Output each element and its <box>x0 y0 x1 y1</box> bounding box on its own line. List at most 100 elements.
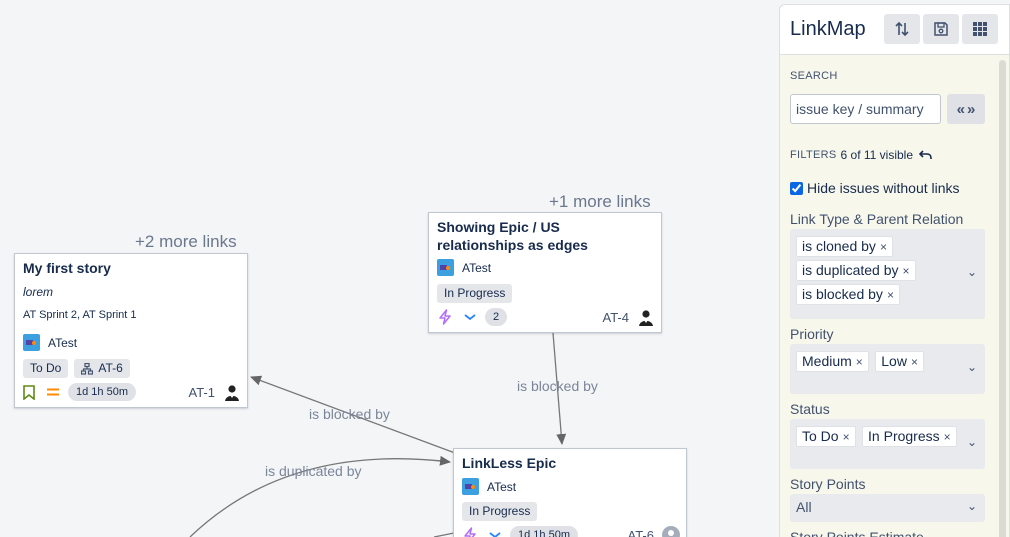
story-points-select[interactable]: All ⌄ <box>790 494 985 522</box>
status-label: Status <box>790 401 830 417</box>
hide-without-links-option[interactable]: Hide issues without links <box>790 180 960 196</box>
panel-header: LinkMap <box>780 5 1009 55</box>
filters-count: 6 of 11 visible <box>840 148 914 162</box>
previous-result-icon[interactable]: « <box>957 101 965 118</box>
search-navigation-buttons[interactable]: « » <box>947 94 985 124</box>
filters-summary: FILTERS 6 of 11 visible <box>790 148 933 162</box>
chevron-down-icon[interactable] <box>488 530 502 537</box>
link-type-label: Link Type & Parent Relation <box>790 211 964 227</box>
project-name: ATest <box>487 479 517 494</box>
issue-key[interactable]: AT-1 <box>189 385 216 400</box>
chevron-down-icon[interactable]: ⌄ <box>967 499 977 513</box>
save-button[interactable] <box>923 14 959 44</box>
card-sprints: AT Sprint 2, AT Sprint 1 <box>23 309 137 321</box>
filter-chip: is cloned by × <box>796 236 893 257</box>
save-icon <box>934 22 948 36</box>
edge-label: is blocked by <box>309 406 390 422</box>
project-icon <box>462 478 479 495</box>
next-result-icon[interactable]: » <box>967 101 975 118</box>
issue-key[interactable]: AT-6 <box>628 528 655 537</box>
card-title: Showing Epic / US relationships as edges <box>437 219 588 253</box>
chevron-down-icon[interactable] <box>463 312 477 322</box>
hierarchy-icon <box>81 362 94 375</box>
card-badges: To Do AT-6 <box>23 359 130 378</box>
panel-scrollbar[interactable] <box>999 60 1006 537</box>
story-points-estimate-label: Story Points Estimate <box>790 529 924 537</box>
project-name: ATest <box>48 335 78 350</box>
more-links-label[interactable]: +1 more links <box>549 192 651 212</box>
status-badge: In Progress <box>437 284 513 303</box>
card-title: LinkLess Epic <box>462 455 557 471</box>
more-links-label[interactable]: +2 more links <box>135 232 237 252</box>
epic-icon <box>439 309 451 325</box>
status-select[interactable]: To Do × In Progress × ⌄ <box>790 419 985 469</box>
issue-card-at-6[interactable]: LinkLess Epic ATest In Progress 1d 1h 50… <box>453 448 687 537</box>
filter-chip: In Progress × <box>862 426 957 447</box>
filters-label: FILTERS <box>790 149 837 161</box>
card-footer: 2 AT-4 <box>437 308 655 326</box>
filter-chip: is duplicated by × <box>796 260 916 281</box>
card-footer: 1d 1h 50m AT-6 <box>462 526 680 537</box>
remove-chip-icon[interactable]: × <box>843 430 850 444</box>
issue-card-at-4[interactable]: Showing Epic / US relationships as edges… <box>428 212 662 333</box>
panel-title: LinkMap <box>790 18 866 40</box>
story-points-label: Story Points <box>790 476 866 492</box>
card-title: My first story <box>23 260 111 276</box>
edge-label: is duplicated by <box>265 463 362 479</box>
reset-filters-icon[interactable] <box>919 149 933 161</box>
remove-chip-icon[interactable]: × <box>880 240 887 254</box>
chevron-down-icon[interactable]: ⌄ <box>967 435 977 449</box>
remove-chip-icon[interactable]: × <box>903 264 910 278</box>
estimate-pill: 1d 1h 50m <box>510 526 578 537</box>
filter-chip: Low × <box>875 351 924 372</box>
chevron-down-icon[interactable]: ⌄ <box>967 265 977 279</box>
search-input[interactable] <box>790 94 941 124</box>
card-badges: In Progress <box>437 284 513 303</box>
grid-icon <box>973 22 987 36</box>
epic-icon <box>464 527 476 537</box>
remove-chip-icon[interactable]: × <box>887 288 894 302</box>
edge-at6-offscreen[interactable] <box>433 532 455 537</box>
assignee-avatar <box>223 383 241 401</box>
priority-label: Priority <box>790 326 834 342</box>
issue-key[interactable]: AT-4 <box>603 310 630 325</box>
estimate-pill: 1d 1h 50m <box>68 383 136 401</box>
linkmap-panel: LinkMap SEARCH issue key / summary « » F… <box>779 4 1010 537</box>
priority-medium-icon <box>47 388 59 396</box>
project-name: ATest <box>462 260 492 275</box>
chevron-down-icon[interactable]: ⌄ <box>967 360 977 374</box>
status-badge: In Progress <box>462 502 538 521</box>
card-project: ATest <box>23 334 77 351</box>
story-points-value: All <box>796 499 812 515</box>
parent-key: AT-6 <box>98 361 123 375</box>
card-project: ATest <box>437 259 491 276</box>
link-map-canvas[interactable]: +2 more links +1 more links My first sto… <box>0 0 780 537</box>
card-subtitle: lorem <box>23 285 54 299</box>
apps-menu-button[interactable] <box>962 14 998 44</box>
project-icon <box>437 259 454 276</box>
priority-select[interactable]: Medium × Low × ⌄ <box>790 344 985 394</box>
swap-direction-button[interactable] <box>884 14 920 44</box>
sort-arrows-icon <box>895 21 909 37</box>
remove-chip-icon[interactable]: × <box>856 355 863 369</box>
children-count-pill: 2 <box>485 308 508 326</box>
status-badge: To Do <box>23 359 69 378</box>
issue-card-at-1[interactable]: My first story lorem AT Sprint 2, AT Spr… <box>14 253 248 408</box>
link-type-select[interactable]: is cloned by × is duplicated by × is block… <box>790 229 985 319</box>
project-icon <box>23 334 40 351</box>
filter-chip: To Do × <box>796 426 856 447</box>
story-icon <box>23 384 35 400</box>
remove-chip-icon[interactable]: × <box>911 355 918 369</box>
edge-label: is blocked by <box>517 378 598 394</box>
card-project: ATest <box>462 478 516 495</box>
hide-without-links-checkbox[interactable] <box>790 181 803 195</box>
hide-without-links-label: Hide issues without links <box>807 180 960 196</box>
filter-chip: is blocked by × <box>796 284 900 305</box>
assignee-avatar <box>637 308 655 326</box>
card-footer: 1d 1h 50m AT-1 <box>23 383 241 401</box>
remove-chip-icon[interactable]: × <box>944 430 951 444</box>
search-label: SEARCH <box>790 70 838 82</box>
unassigned-avatar <box>662 526 680 537</box>
parent-badge[interactable]: AT-6 <box>74 359 130 378</box>
card-badges: In Progress <box>462 502 538 521</box>
